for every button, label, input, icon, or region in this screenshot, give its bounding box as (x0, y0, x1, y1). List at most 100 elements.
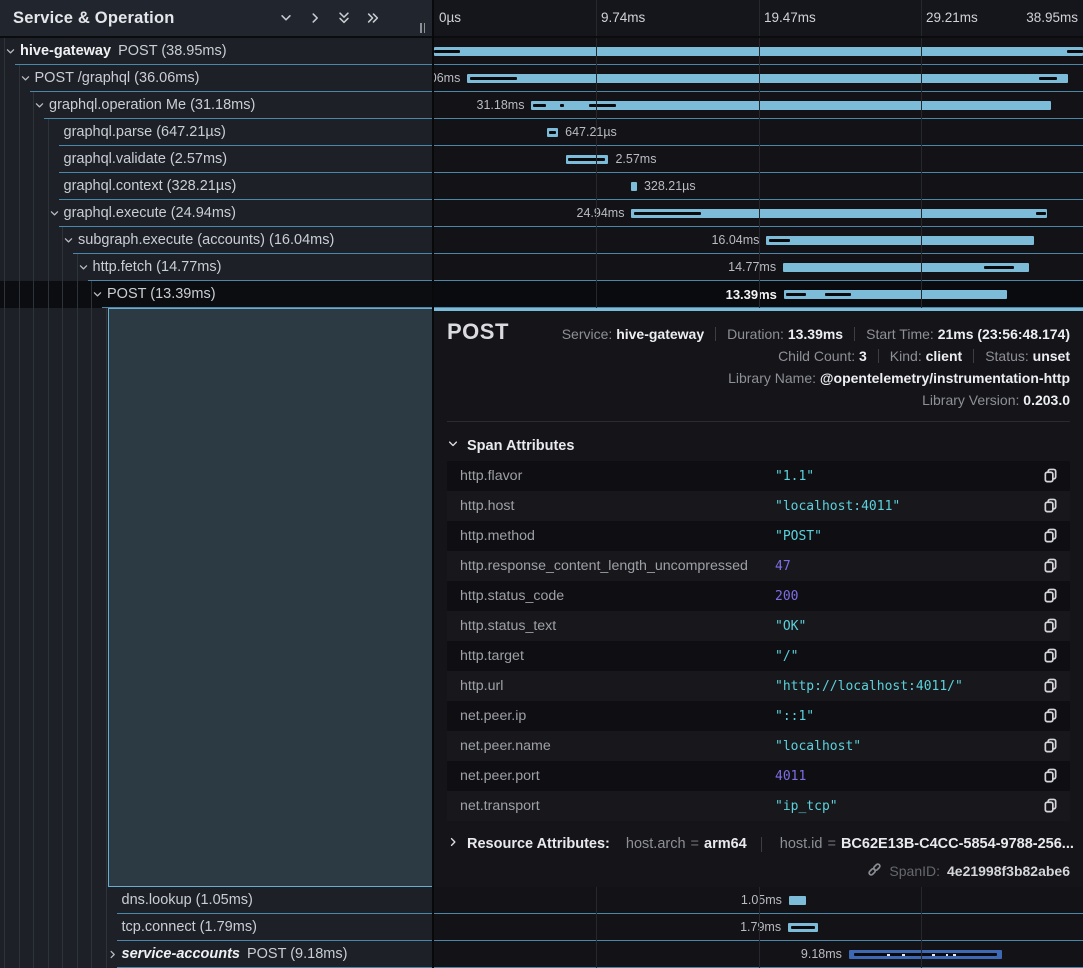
copy-icon[interactable] (1043, 798, 1058, 813)
meta-value: unset (1033, 348, 1070, 364)
link-icon[interactable] (867, 862, 882, 880)
copy-icon[interactable] (1043, 768, 1058, 783)
timeline-gridline (596, 38, 597, 308)
indent-guide (19, 281, 20, 308)
chevron-down-icon[interactable] (20, 73, 31, 84)
chevron-down-icon[interactable] (5, 46, 16, 57)
span-bar[interactable] (631, 182, 636, 191)
tree-row[interactable]: POST (13.39ms) (0, 281, 432, 308)
detail-divider (447, 421, 1070, 422)
indent-guide (48, 119, 49, 146)
ruler-tick-label: 19.47ms (764, 0, 816, 36)
copy-icon[interactable] (1043, 588, 1058, 603)
selected-span-detail-block (108, 308, 432, 887)
span-name: graphql.parse (647.21µs) (64, 119, 226, 145)
indent-guide (19, 308, 20, 887)
attribute-key: http.status_text (447, 618, 556, 634)
span-name: graphql.validate (2.57ms) (64, 146, 228, 172)
tree-row[interactable]: tcp.connect (1.79ms) (0, 914, 432, 941)
chevron-down-icon[interactable] (34, 100, 45, 111)
copy-icon[interactable] (1043, 708, 1058, 723)
copy-icon[interactable] (1043, 678, 1058, 693)
meta-value: 13.39ms (788, 326, 843, 342)
indent-guide (33, 200, 34, 227)
indent-guide (4, 941, 5, 968)
ruler-gridline (596, 0, 597, 36)
span-name: service-accountsPOST (9.18ms) (122, 941, 348, 967)
chevron-down-icon[interactable] (279, 11, 293, 25)
tree-row[interactable]: hive-gatewayPOST (38.95ms) (0, 38, 432, 65)
chevron-down-icon[interactable] (49, 208, 60, 219)
span-bar[interactable] (789, 896, 806, 905)
critical-path-mark (984, 266, 1014, 269)
tree-row[interactable]: POST /graphql (36.06ms) (0, 65, 432, 92)
service-operation-column: Service & Operation hive-gatewayPOST (38… (0, 0, 434, 968)
chevron-down-icon[interactable] (78, 262, 89, 273)
tree-row[interactable]: dns.lookup (1.05ms) (0, 887, 432, 914)
attribute-key: http.url (447, 678, 503, 694)
span-bar[interactable] (784, 290, 1007, 299)
copy-icon[interactable] (1043, 648, 1058, 663)
chevron-down-icon[interactable] (92, 289, 103, 300)
copy-icon[interactable] (1043, 528, 1058, 543)
indent-guide (4, 887, 5, 914)
meta-label: Child Count: (778, 348, 859, 364)
copy-icon[interactable] (1043, 738, 1058, 753)
column-resizer-handle[interactable] (420, 23, 425, 33)
indent-guide (33, 914, 34, 941)
attribute-value: "/" (775, 649, 798, 664)
span-duration-label: 13.39ms (726, 281, 777, 308)
copy-icon[interactable] (1043, 468, 1058, 483)
tree-row[interactable]: graphql.context (328.21µs) (0, 173, 432, 200)
double-chevron-right-icon[interactable] (366, 11, 380, 25)
indent-guide (48, 281, 49, 308)
timeline-column: 0µs9.74ms19.47ms29.21ms38.95ms 38.95ms 36… (434, 0, 1083, 968)
span-duration-label: 36.06ms (434, 65, 460, 92)
attribute-value: 200 (775, 589, 798, 604)
indent-guide (4, 308, 5, 887)
timeline-ruler: 0µs9.74ms19.47ms29.21ms38.95ms (434, 0, 1083, 38)
span-attributes-header[interactable]: Span Attributes (447, 437, 574, 455)
chevron-right-icon[interactable] (308, 11, 322, 25)
resource-value: BC62E13B-C4CC-5854-9788-256... (841, 836, 1074, 852)
attribute-value: "POST" (775, 529, 822, 544)
indent-guide (4, 200, 5, 227)
indent-guide (19, 92, 20, 119)
timeline-rows-bottom: 1.05ms1.79ms9.18ms (434, 887, 1083, 968)
span-bar[interactable] (766, 236, 1033, 245)
span-tree-top: hive-gatewayPOST (38.95ms)POST /graphql … (0, 38, 432, 308)
detail-row-left-spacer (0, 308, 432, 887)
ruler-tick-label: 38.95ms (1026, 0, 1078, 36)
attribute-key: http.response_content_length_uncompresse… (447, 558, 748, 574)
copy-icon[interactable] (1043, 558, 1058, 573)
meta-value: 3 (859, 348, 867, 364)
tree-row[interactable]: graphql.operation Me (31.18ms) (0, 92, 432, 119)
indent-guide (62, 254, 63, 281)
tree-row[interactable]: graphql.validate (2.57ms) (0, 146, 432, 173)
span-duration-label: 24.94ms (577, 200, 625, 227)
attribute-key: http.method (447, 528, 535, 544)
span-name: tcp.connect (1.79ms) (122, 914, 257, 940)
span-bar[interactable] (467, 74, 1068, 83)
tree-row[interactable]: service-accountsPOST (9.18ms) (0, 941, 432, 968)
copy-icon[interactable] (1043, 498, 1058, 513)
ruler-gridline (921, 0, 922, 36)
indent-guide (19, 887, 20, 914)
span-id-label: SpanID: (889, 863, 940, 879)
critical-path-mark (769, 239, 790, 242)
chevron-right-icon[interactable] (107, 949, 118, 960)
indent-guide (4, 65, 5, 92)
chevron-down-icon[interactable] (63, 235, 74, 246)
tree-row[interactable]: graphql.parse (647.21µs) (0, 119, 432, 146)
tree-row[interactable]: http.fetch (14.77ms) (0, 254, 432, 281)
critical-path-mark (791, 926, 814, 929)
tree-row[interactable]: graphql.execute (24.94ms) (0, 200, 432, 227)
indent-guide (19, 941, 20, 968)
resource-attributes-row[interactable]: Resource Attributes: host.arch=arm64host… (447, 833, 1074, 855)
tree-row[interactable]: subgraph.execute (accounts) (16.04ms) (0, 227, 432, 254)
indent-guide (4, 227, 5, 254)
indent-guide (33, 308, 34, 887)
event-dot (953, 954, 956, 956)
copy-icon[interactable] (1043, 618, 1058, 633)
double-chevron-down-icon[interactable] (337, 11, 351, 25)
